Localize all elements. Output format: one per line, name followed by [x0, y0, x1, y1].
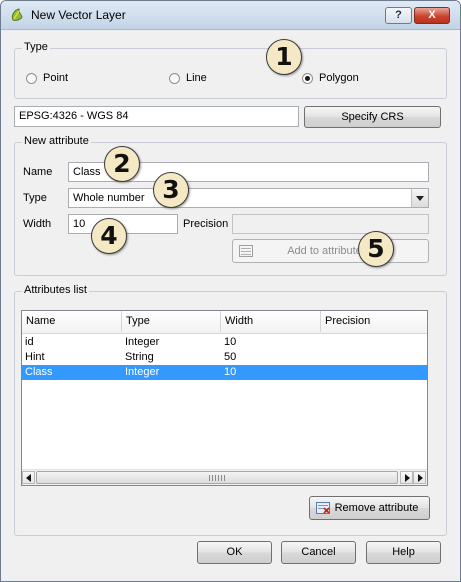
callout-5: 5 [358, 231, 394, 267]
ok-button[interactable]: OK [197, 541, 272, 564]
scroll-left-arrow-icon[interactable] [22, 471, 35, 484]
scroll-right-arrow-icon[interactable] [400, 471, 413, 484]
table-row[interactable]: id Integer 10 [22, 335, 427, 350]
radio-point-label: Point [43, 72, 69, 84]
crs-field[interactable]: EPSG:4326 - WGS 84 [14, 106, 299, 127]
type-label: Type [23, 192, 47, 204]
radio-line[interactable]: Line [169, 72, 207, 84]
column-header-precision[interactable]: Precision [321, 311, 427, 332]
radio-line-label: Line [186, 72, 207, 84]
column-header-name[interactable]: Name [22, 311, 122, 332]
title-close-button[interactable]: X [414, 7, 450, 24]
window-title: New Vector Layer [31, 8, 126, 22]
radio-point[interactable]: Point [26, 72, 68, 84]
callout-4: 4 [91, 218, 127, 254]
attribute-precision-input[interactable] [232, 214, 429, 234]
scroll-thumb[interactable] [36, 471, 398, 484]
callout-2: 2 [104, 146, 140, 182]
attributes-list-group-title: Attributes list [22, 284, 89, 296]
cell-type: Integer [125, 366, 160, 378]
attributes-table[interactable]: Name Type Width Precision id Integer 10 … [21, 310, 428, 486]
cell-width: 10 [224, 366, 237, 378]
qgis-app-icon [11, 8, 23, 21]
cell-width: 50 [224, 351, 237, 363]
remove-attribute-label: Remove attribute [334, 502, 419, 514]
cell-name: id [25, 336, 34, 348]
radio-point-indicator[interactable] [26, 72, 37, 84]
attribute-type-value: Whole number [73, 192, 145, 204]
scroll-grip-icon [209, 475, 227, 481]
column-header-type[interactable]: Type [122, 311, 221, 332]
remove-attribute-icon [316, 502, 330, 514]
radio-polygon-indicator[interactable] [302, 72, 313, 84]
attribute-type-select[interactable]: Whole number [68, 188, 429, 208]
cell-width: 10 [224, 336, 237, 348]
radio-polygon[interactable]: Polygon [302, 72, 359, 84]
specify-crs-button[interactable]: Specify CRS [304, 106, 441, 128]
scroll-right-arrow-icon[interactable] [413, 471, 426, 484]
name-label: Name [23, 166, 53, 178]
radio-line-indicator[interactable] [169, 72, 180, 84]
table-header: Name Type Width Precision [22, 311, 427, 334]
cell-type: Integer [125, 336, 160, 348]
callout-1: 1 [266, 39, 302, 75]
cancel-button[interactable]: Cancel [281, 541, 356, 564]
title-help-button[interactable]: ? [385, 7, 412, 24]
cell-name: Hint [25, 351, 45, 363]
dialog-body: Type Point Line Polygon EPSG:4326 - WGS … [7, 31, 454, 577]
add-to-list-icon [239, 245, 253, 257]
remove-attribute-button[interactable]: Remove attribute [309, 496, 430, 520]
new-attribute-group-title: New attribute [22, 135, 91, 147]
title-bar[interactable]: New Vector Layer ? X [1, 1, 460, 30]
cell-name: Class [25, 366, 53, 378]
column-header-width[interactable]: Width [221, 311, 321, 332]
help-button[interactable]: Help [366, 541, 441, 564]
horizontal-scrollbar[interactable] [22, 469, 427, 485]
precision-label: Precision [183, 218, 229, 230]
type-group: Type Point Line Polygon [14, 41, 447, 99]
add-to-attributes-list-button[interactable]: Add to attributes list [232, 239, 429, 263]
chevron-down-icon[interactable] [411, 189, 428, 207]
radio-polygon-label: Polygon [319, 72, 359, 84]
new-vector-layer-dialog: New Vector Layer ? X Type Point Line Pol… [0, 0, 461, 582]
cell-type: String [125, 351, 154, 363]
width-label: Width [23, 218, 52, 230]
callout-3: 3 [153, 172, 189, 208]
table-row[interactable]: Hint String 50 [22, 350, 427, 365]
type-group-title: Type [22, 41, 50, 53]
table-row-selected[interactable]: Class Integer 10 [22, 365, 427, 380]
